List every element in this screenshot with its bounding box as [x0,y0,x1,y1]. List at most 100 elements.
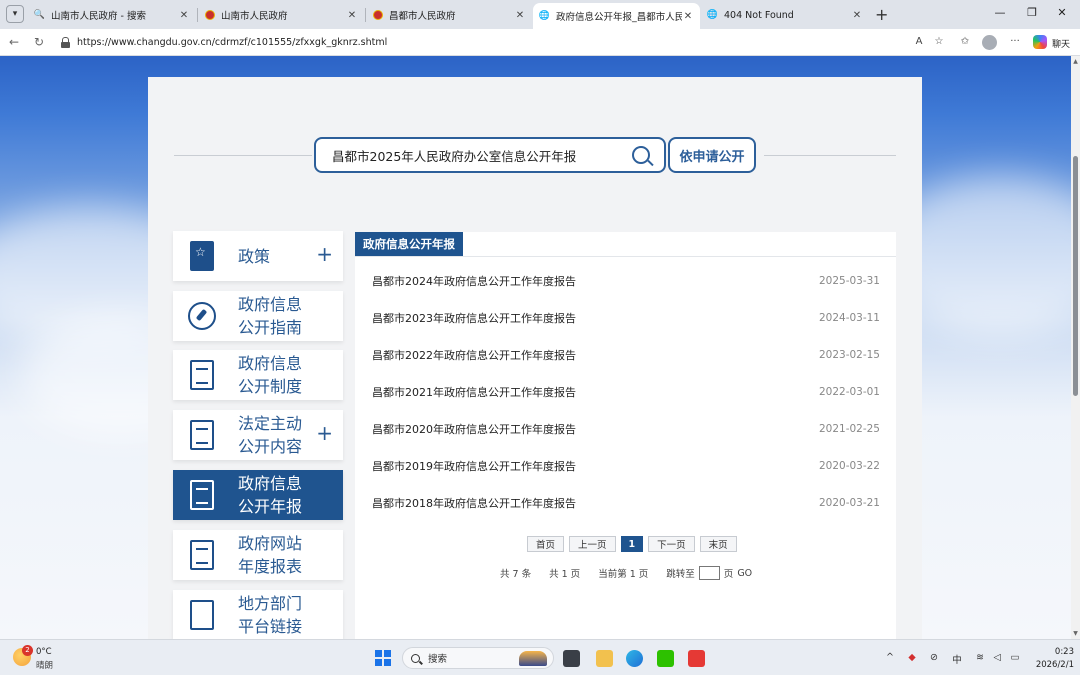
task-view-icon[interactable] [563,650,580,667]
copilot-icon[interactable] [1033,35,1047,49]
list-doc-icon [188,540,216,570]
current-page-button[interactable]: 1 [620,536,644,552]
network-off-icon[interactable]: ⊘ [926,652,942,663]
taskbar-search[interactable]: 搜索 [402,647,554,669]
globe-favicon-icon: 🌐 [706,10,719,20]
show-hidden-icons-icon[interactable]: ^ [882,652,898,663]
read-aloud-icon[interactable]: A [911,36,927,47]
file-explorer-icon[interactable] [596,650,613,667]
windows-taskbar: 2 0°C 晴朗 搜索 ^ ◆ ⊘ 中 ≋ ◁ ▭ 0:23 2026/2/1 [0,639,1080,675]
list-item[interactable]: 昌都市2022年政府信息公开工作年度报告 2023-02-15 [372,346,880,364]
sidebar-item-annual-report[interactable]: 政府信息公开年报 [173,470,343,520]
chat-button-label[interactable]: 聊天 [1052,37,1070,50]
scroll-down-icon[interactable]: ▼ [1072,630,1079,637]
pagination: 首页 上一页 1 下一页 末页 [527,536,737,552]
close-tab-icon[interactable]: ✕ [178,10,190,21]
tray-app-icon[interactable]: ◆ [904,652,920,663]
report-date: 2020-03-22 [818,460,880,472]
list-item[interactable]: 昌都市2024年政府信息公开工作年度报告 2025-03-31 [372,272,880,290]
minimize-icon[interactable]: — [990,6,1010,19]
start-menu-icon[interactable] [375,650,391,666]
report-link[interactable]: 昌都市2022年政府信息公开工作年度报告 [372,347,576,363]
next-page-button[interactable]: 下一页 [648,536,695,552]
site-search-box[interactable]: 昌都市2025年人民政府办公室信息公开年报 [314,137,666,173]
ime-indicator[interactable]: 中 [949,652,965,666]
list-item[interactable]: 昌都市2023年政府信息公开工作年度报告 2024-03-11 [372,309,880,327]
volume-icon[interactable]: ◁ [989,652,1005,663]
browser-tab-bar: ▾ 🔍 山南市人民政府 - 搜索 ✕ 山南市人民政府 ✕ 昌都市人民政府 ✕ 🌐… [0,0,1080,29]
list-item[interactable]: 昌都市2019年政府信息公开工作年度报告 2020-03-22 [372,457,880,475]
back-icon[interactable]: ← [6,35,22,49]
tab-actions-menu-icon[interactable]: ▾ [6,5,24,23]
browser-tab[interactable]: 🌐 404 Not Found ✕ [701,4,869,26]
close-window-icon[interactable]: ✕ [1052,6,1072,19]
list-doc-icon [188,360,216,390]
pagination-info: 共 7 条 共 1 页 当前第 1 页 跳转至 页 GO [500,566,752,580]
sidebar-item-platform-links[interactable]: 地方部门平台链接 [173,590,343,639]
prev-page-button[interactable]: 上一页 [569,536,616,552]
browser-tab-active[interactable]: 🌐 政府信息公开年报_昌都市人民政府 ✕ [533,3,700,29]
weather-temperature[interactable]: 0°C [36,647,52,657]
total-items-text: 共 7 条 [500,569,532,580]
browser-tab[interactable]: 昌都市人民政府 ✕ [366,4,532,26]
sidebar-item-statutory-content[interactable]: 法定主动公开内容 + [173,410,343,460]
more-options-icon[interactable]: ··· [1007,36,1023,47]
list-item[interactable]: 昌都市2020年政府信息公开工作年度报告 2021-02-25 [372,420,880,438]
edge-browser-icon[interactable] [626,650,643,667]
report-link[interactable]: 昌都市2023年政府信息公开工作年度报告 [372,310,576,326]
go-button[interactable]: GO [737,568,752,579]
list-item[interactable]: 昌都市2018年政府信息公开工作年度报告 2020-03-21 [372,494,880,512]
search-icon[interactable] [632,146,650,164]
wifi-icon[interactable]: ≋ [972,652,988,663]
report-link[interactable]: 昌都市2024年政府信息公开工作年度报告 [372,273,576,289]
scroll-up-icon[interactable]: ▲ [1072,58,1079,65]
refresh-icon[interactable]: ↻ [31,35,47,49]
list-item[interactable]: 昌都市2021年政府信息公开工作年度报告 2022-03-01 [372,383,880,401]
restore-icon[interactable]: ❐ [1022,6,1042,19]
browser-tab[interactable]: 🔍 山南市人民政府 - 搜索 ✕ [28,4,196,26]
clock-date[interactable]: 2026/2/1 [1028,660,1074,670]
expand-plus-icon[interactable]: + [316,242,333,266]
profile-avatar-icon[interactable] [982,35,997,50]
report-link[interactable]: 昌都市2020年政府信息公开工作年度报告 [372,421,576,437]
lock-icon[interactable] [60,37,71,48]
battery-icon[interactable]: ▭ [1007,652,1023,663]
apply-disclosure-button[interactable]: 依申请公开 [668,137,756,173]
report-link[interactable]: 昌都市2021年政府信息公开工作年度报告 [372,384,576,400]
favorite-star-icon[interactable]: ☆ [931,36,947,47]
close-tab-icon[interactable]: ✕ [346,10,358,21]
search-highlight-icon [519,651,547,666]
sidebar-item-policy[interactable]: 政策 + [173,231,343,281]
sidebar-item-website-report[interactable]: 政府网站年度报表 [173,530,343,580]
browser-tab[interactable]: 山南市人民政府 ✕ [198,4,364,26]
search-input[interactable]: 昌都市2025年人民政府办公室信息公开年报 [332,146,576,165]
tab-title: 404 Not Found [724,9,794,21]
new-tab-icon[interactable]: + [875,5,888,24]
close-tab-icon[interactable]: ✕ [514,10,526,21]
taskbar-search-placeholder[interactable]: 搜索 [428,651,447,665]
favorites-collection-icon[interactable]: ✩ [957,36,973,47]
scrollbar-thumb[interactable] [1073,156,1078,396]
address-bar[interactable]: https://www.changdu.gov.cn/cdrmzf/c10155… [56,32,906,53]
report-link[interactable]: 昌都市2018年政府信息公开工作年度报告 [372,495,576,511]
divider-line [764,155,896,156]
report-link[interactable]: 昌都市2019年政府信息公开工作年度报告 [372,458,576,474]
close-tab-icon[interactable]: ✕ [851,10,863,21]
sidebar-item-system[interactable]: 政府信息公开制度 [173,350,343,400]
clock-time[interactable]: 0:23 [1048,647,1074,657]
report-list-panel: 政府信息公开年报 昌都市2024年政府信息公开工作年度报告 2025-03-31… [355,232,896,639]
wechat-icon[interactable] [657,650,674,667]
jump-page-input[interactable] [698,566,720,580]
wps-office-icon[interactable] [688,650,705,667]
weather-description[interactable]: 晴朗 [36,659,53,671]
section-divider [355,256,896,257]
close-tab-icon[interactable]: ✕ [682,11,694,22]
last-page-button[interactable]: 末页 [699,536,737,552]
expand-plus-icon[interactable]: + [316,421,333,445]
main-card: 昌都市2025年人民政府办公室信息公开年报 依申请公开 政策 + 政府信息公开指… [148,77,922,639]
page-scrollbar[interactable]: ▲ ▼ [1071,56,1080,639]
first-page-button[interactable]: 首页 [527,536,565,552]
url-text[interactable]: https://www.changdu.gov.cn/cdrmzf/c10155… [77,37,387,48]
report-date: 2024-03-11 [818,312,880,324]
sidebar-item-guide[interactable]: 政府信息公开指南 [173,291,343,341]
